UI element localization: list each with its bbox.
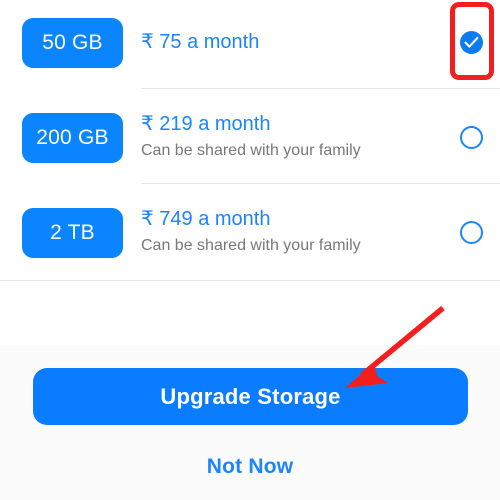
plan-row[interactable]: 200 GB ₹ 219 a month Can be shared with … bbox=[0, 95, 500, 190]
plan-row[interactable]: 50 GB ₹ 75 a month bbox=[0, 0, 500, 95]
plan-price: ₹ 219 a month bbox=[141, 113, 271, 135]
plan-storage-badge: 200 GB bbox=[22, 113, 123, 163]
plan-list: 50 GB ₹ 75 a month 200 GB ₹ 219 a month … bbox=[0, 0, 500, 281]
storage-upgrade-screen: 50 GB ₹ 75 a month 200 GB ₹ 219 a month … bbox=[0, 0, 500, 500]
plan-note: Can be shared with your family bbox=[141, 142, 361, 159]
plan-radio-selected[interactable] bbox=[460, 31, 483, 54]
plan-radio-unselected[interactable] bbox=[460, 126, 483, 149]
checkmark-icon bbox=[464, 36, 479, 48]
row-divider bbox=[141, 88, 500, 89]
plan-note: Can be shared with your family bbox=[141, 237, 361, 254]
plan-text-block: ₹ 219 a month Can be shared with your fa… bbox=[141, 111, 431, 162]
plan-price: ₹ 749 a month bbox=[141, 208, 271, 230]
plan-price: ₹ 75 a month bbox=[141, 31, 260, 53]
plan-storage-badge: 50 GB bbox=[22, 18, 123, 68]
footer-actions: Upgrade Storage Not Now bbox=[0, 345, 500, 500]
not-now-link[interactable]: Not Now bbox=[0, 455, 500, 479]
section-divider bbox=[0, 280, 500, 281]
row-divider bbox=[141, 183, 500, 184]
plan-row[interactable]: 2 TB ₹ 749 a month Can be shared with yo… bbox=[0, 190, 500, 285]
plan-text-block: ₹ 749 a month Can be shared with your fa… bbox=[141, 206, 431, 257]
plan-radio-unselected[interactable] bbox=[460, 221, 483, 244]
upgrade-storage-button[interactable]: Upgrade Storage bbox=[33, 368, 468, 425]
plan-text-block: ₹ 75 a month bbox=[141, 29, 431, 55]
plan-storage-badge: 2 TB bbox=[22, 208, 123, 258]
